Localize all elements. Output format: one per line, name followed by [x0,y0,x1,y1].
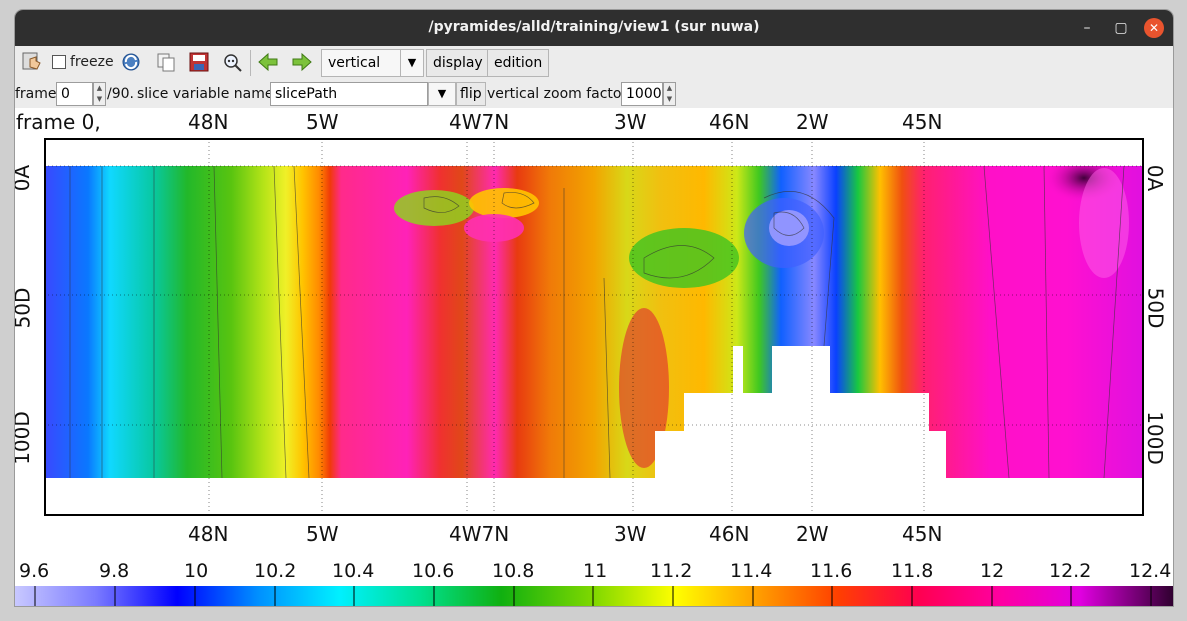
frame-total: /90. [107,86,134,102]
x-tick-bottom: 4W7N [449,522,510,546]
frame-spinner[interactable]: ▲ ▼ [93,82,106,106]
app-window: /pyramides/alld/training/view1 (sur nuwa… [15,10,1173,606]
chevron-down-icon: ▼ [400,50,423,76]
refresh-icon[interactable] [120,51,142,73]
x-tick-top: 5W [306,110,339,134]
colorbar-tick: 10.4 [332,560,375,582]
y-tick-left: 100D [15,411,34,465]
display-button[interactable]: display [426,49,490,77]
x-tick-bottom: 46N [709,522,750,546]
colorbar-tick: 11.4 [730,560,773,582]
slice-variable-input[interactable]: slicePath [270,82,428,106]
orientation-select[interactable]: vertical ▼ [321,49,424,77]
close-icon[interactable]: ✕ [1144,18,1164,38]
colorbar-tick: 12.4 [1129,560,1172,582]
edition-button[interactable]: edition [487,49,550,77]
x-tick-bottom: 5W [306,522,339,546]
colorbar-tick: 10.6 [412,560,455,582]
frame-title: frame 0, [16,110,101,134]
arrow-left-icon[interactable] [257,51,279,73]
colorbar-tick: 12.2 [1049,560,1092,582]
zoom-factor-label: vertical zoom factor: [487,86,632,102]
minimize-icon[interactable]: – [1078,19,1096,37]
frame-label: frame [15,86,57,102]
flip-button[interactable]: flip [456,82,486,106]
colorbar-tick: 11.8 [891,560,934,582]
colorbar-tick: 9.6 [19,560,50,582]
save-icon[interactable] [188,51,210,73]
x-tick-bottom: 45N [902,522,943,546]
colorbar-tick: 9.8 [99,560,130,582]
colorbar-tick: 11.6 [810,560,853,582]
y-tick-right: 100D [1142,411,1167,465]
colorbar [15,586,1173,606]
colorbar-tick: 10 [184,560,209,582]
copy-icon[interactable] [155,51,177,73]
toolbar-separator [250,50,251,76]
freeze-checkbox[interactable] [52,55,66,69]
x-tick-top: 2W [796,110,829,134]
y-tick-left: 0A [15,164,35,192]
x-tick-top: 45N [902,110,943,134]
y-tick-right: 0A [1143,164,1168,192]
colorbar-tick: 10.2 [254,560,297,582]
freeze-label: freeze [70,54,114,70]
window-title: /pyramides/alld/training/view1 (sur nuwa… [428,19,760,35]
y-tick-right: 50D [1143,287,1168,329]
x-tick-bottom: 2W [796,522,829,546]
title-bar: /pyramides/alld/training/view1 (sur nuwa… [15,10,1173,46]
colorbar-tick: 11 [583,560,608,582]
arrow-right-icon[interactable] [291,51,313,73]
orientation-value: vertical [328,55,381,71]
section-heatmap[interactable] [44,138,1144,516]
zoom-factor-input[interactable]: 1000 [621,82,663,106]
colorbar-tick: 11.2 [650,560,693,582]
x-tick-top: 48N [188,110,229,134]
plot-canvas[interactable]: frame 0, 48N 5W 4W7N 3W 46N 2W 45N 48N 5… [15,108,1173,606]
x-tick-top: 3W [614,110,647,134]
zoom-factor-spinner[interactable]: ▲ ▼ [663,82,676,106]
frame-input[interactable]: 0 [56,82,93,106]
x-tick-bottom: 48N [188,522,229,546]
x-tick-top: 4W7N [449,110,510,134]
y-tick-left: 50D [15,287,35,329]
x-tick-top: 46N [709,110,750,134]
colorbar-tick: 10.8 [492,560,535,582]
pan-hand-icon[interactable] [21,51,43,73]
maximize-icon[interactable]: ▢ [1112,19,1130,37]
zoom-icon[interactable] [221,51,243,73]
slice-variable-label: slice variable name : [137,86,283,102]
slice-controls: frame 0 ▲ ▼ /90. slice variable name : sl… [15,80,1173,108]
slice-variable-dropdown[interactable]: ▼ [428,82,456,106]
colorbar-tick: 12 [980,560,1005,582]
main-toolbar: freeze vertical ▼ display edition [15,46,1173,80]
x-tick-bottom: 3W [614,522,647,546]
